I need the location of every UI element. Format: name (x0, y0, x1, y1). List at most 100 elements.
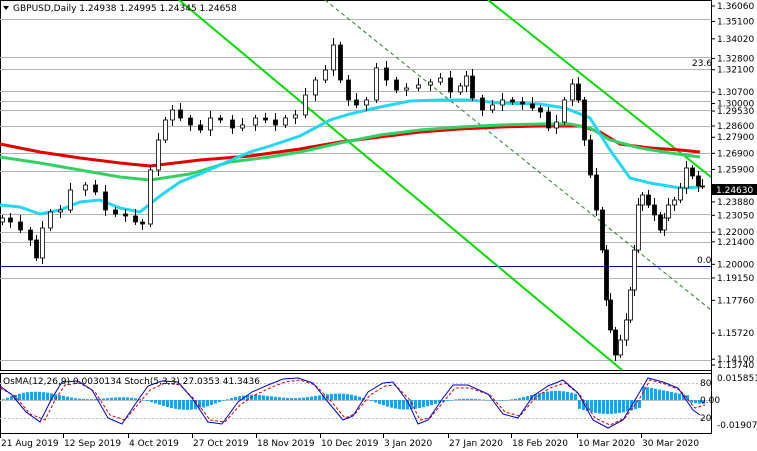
osma-bar (298, 397, 301, 400)
osma-bar (346, 394, 349, 400)
osma-bar (342, 393, 345, 400)
candle (520, 97, 525, 110)
osma-subwindow[interactable]: OsMA(12,26,9) 0.0030134 Stoch(5,3,3) 27.… (0, 374, 757, 431)
osma-bar (678, 393, 681, 400)
time-axis-label: 27 Jan 2020 (449, 439, 503, 449)
osma-bar (470, 398, 473, 400)
price-axis-label: 1.23050 (717, 211, 754, 221)
osma-bar (618, 400, 621, 414)
osma-bar (282, 397, 285, 400)
candle (313, 77, 318, 101)
channel-middle-line[interactable] (324, 0, 712, 311)
candle (458, 83, 463, 95)
candle (83, 182, 88, 196)
osma-bar (454, 399, 457, 400)
osma-bar (498, 400, 501, 401)
price-chart[interactable]: GBPUSD,Daily 1.24938 1.24995 1.24345 1.2… (0, 0, 757, 451)
candle (632, 245, 637, 296)
osma-bar (522, 397, 525, 400)
candle (148, 165, 153, 227)
osma-bar (674, 392, 677, 400)
osma-axis-label: 0.00 (700, 396, 720, 406)
candle (582, 97, 587, 146)
osma-bar (26, 392, 29, 400)
osma-bar (122, 397, 125, 400)
osma-bar (486, 399, 489, 401)
osma-bar (106, 398, 109, 400)
osma-bar (306, 397, 309, 400)
price-axis-label: 1.15720 (717, 329, 754, 339)
osma-bar (666, 391, 669, 400)
candle (448, 71, 453, 98)
candle (530, 97, 535, 111)
time-axis-label: 10 Dec 2019 (321, 439, 379, 449)
candle (666, 198, 671, 221)
osma-bar (398, 400, 401, 410)
candle (576, 77, 581, 103)
osma-bar (350, 394, 353, 400)
osma-bar (134, 398, 137, 400)
fib-label-0-0: 0.0 (697, 256, 712, 266)
osma-bar (254, 394, 257, 400)
osma-bar (538, 393, 541, 400)
candle (608, 293, 613, 333)
osma-bar (434, 400, 437, 404)
candle (470, 69, 475, 101)
osma-bar (370, 400, 373, 401)
menu-dropdown-icon[interactable] (3, 6, 9, 10)
osma-bar (38, 391, 41, 400)
price-axis-label: 1.13740 (717, 361, 754, 371)
osma-bar (10, 396, 13, 400)
osma-bar (354, 395, 357, 400)
svg-text:1.24630: 1.24630 (716, 186, 753, 196)
candle (613, 327, 618, 361)
time-axis-label: 30 Mar 2020 (642, 439, 699, 449)
osma-bar (218, 400, 221, 403)
candle (690, 165, 695, 179)
candle (123, 209, 128, 222)
osma-bar (146, 400, 149, 401)
time-axis-label: 3 Jan 2020 (384, 439, 432, 449)
osma-bar (478, 399, 481, 400)
osma-bar (386, 400, 389, 407)
candle (34, 235, 39, 261)
osma-bar (638, 400, 641, 408)
osma-bar (226, 399, 229, 400)
osma-bar (514, 398, 517, 400)
osma-bar (414, 400, 417, 409)
osma-bar (462, 398, 465, 400)
time-axis-label: 18 Nov 2019 (257, 439, 315, 449)
candle (18, 215, 23, 233)
candle (652, 198, 657, 221)
time-axis-label: 21 Aug 2019 (1, 439, 59, 449)
osma-bar (418, 400, 421, 409)
osma-bar (58, 395, 61, 400)
price-axis-label: 1.21400 (717, 238, 754, 248)
osma-bar (42, 392, 45, 400)
osma-axis-label: 0.015851 (717, 374, 757, 384)
osma-bar (278, 397, 281, 400)
candlestick-series[interactable] (0, 38, 705, 361)
candle (178, 103, 183, 121)
osma-bar (46, 392, 49, 400)
osma-bar (18, 393, 21, 400)
candle (156, 133, 161, 176)
price-axis-label: 1.36060 (717, 2, 754, 12)
chart-title: GBPUSD,Daily 1.24938 1.24995 1.24345 1.2… (3, 4, 237, 14)
osma-bar (502, 400, 505, 401)
osma-bar (2, 399, 5, 400)
osma-bar (302, 397, 305, 400)
candle (562, 97, 567, 125)
osma-bar (82, 398, 85, 400)
osma-bar (610, 400, 613, 414)
candle (480, 95, 485, 116)
price-axis-label: 1.17760 (717, 296, 754, 306)
osma-bar (654, 388, 657, 400)
candle (658, 212, 663, 233)
candle (8, 213, 13, 228)
osma-bar (90, 399, 93, 400)
osma-bar (518, 397, 521, 400)
osma-bar (614, 400, 617, 414)
osma-bar (118, 397, 121, 400)
osma-bar (262, 395, 265, 400)
